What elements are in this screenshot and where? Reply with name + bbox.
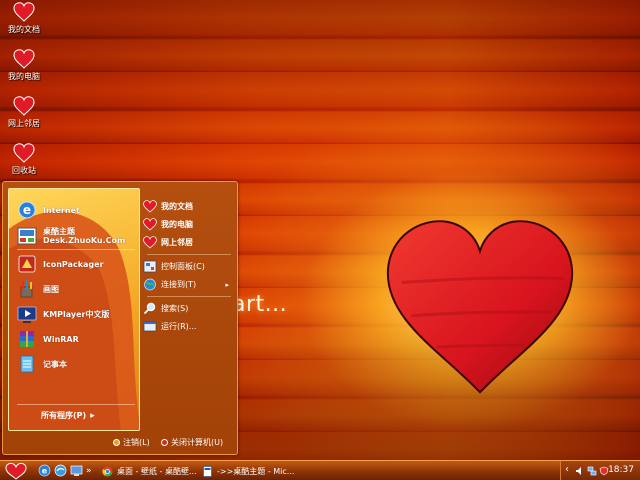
browser-icon[interactable] <box>54 464 67 477</box>
svg-text:e: e <box>23 203 31 217</box>
desktop-icon-network-places[interactable]: 网上邻居 <box>2 96 46 129</box>
shutdown-button[interactable]: 关闭计算机(U) <box>161 437 223 448</box>
task-button-browser[interactable]: 桌面 - 壁纸 - 桌酷壁... <box>98 463 198 479</box>
all-programs-label: 所有程序(P) <box>41 411 87 420</box>
start-item-label: Internet <box>43 205 80 215</box>
start-item-iconpackager[interactable]: IconPackager <box>17 254 104 274</box>
heart-icon <box>143 218 157 231</box>
all-programs-button[interactable]: 所有程序(P) ▸ <box>41 410 95 421</box>
tray-expand-chevron[interactable]: ‹ <box>565 464 569 475</box>
start-right-label: 连接到(T) <box>161 280 197 289</box>
svg-text:e: e <box>42 467 48 476</box>
start-item-label: WinRAR <box>43 334 79 344</box>
heart-icon <box>143 200 157 213</box>
search-icon <box>143 302 156 315</box>
start-right-search[interactable]: 搜索(S) <box>143 302 235 315</box>
shutdown-label: 关闭计算机(U) <box>171 438 224 447</box>
separator <box>147 296 231 297</box>
separator <box>17 404 135 405</box>
start-right-label: 网上邻居 <box>161 238 193 247</box>
system-tray: ‹ 18:37 <box>560 461 640 480</box>
winrar-icon <box>20 331 34 347</box>
desktop-icon-label: 我的文档 <box>8 25 40 34</box>
separator <box>17 249 135 250</box>
start-item-sublabel: Desk.ZhuoKu.Com <box>43 236 126 245</box>
start-item-label: 记事本 <box>43 359 67 369</box>
start-item-label: 画图 <box>43 284 59 294</box>
start-item-label: 桌酷主题 <box>43 227 75 236</box>
start-right-network-places[interactable]: 网上邻居 <box>143 236 235 249</box>
task-button-zhuoku[interactable]: ->>桌酷主题 - Mic... <box>198 463 298 479</box>
iconpackager-icon <box>18 255 36 273</box>
start-item-paint[interactable]: 画图 <box>17 279 59 299</box>
start-item-winrar[interactable]: WinRAR <box>17 329 79 349</box>
desktop-icon-my-computer[interactable]: 我的电脑 <box>2 49 46 82</box>
run-icon <box>143 321 157 332</box>
start-item-kmplayer[interactable]: KMPlayer中文版 <box>17 304 110 324</box>
chrome-icon <box>102 466 113 476</box>
ie-icon[interactable]: e <box>38 464 51 477</box>
globe-icon <box>144 278 156 291</box>
desktop-icon-label: 回收站 <box>12 166 36 175</box>
start-item-text-group: 桌酷主题 Desk.ZhuoKu.Com <box>43 227 125 245</box>
arrow-right-icon: ▸ <box>90 410 95 421</box>
power-icon <box>161 439 168 446</box>
start-item-internet[interactable]: e Internet <box>17 200 80 220</box>
desktop-icon-recycle-bin[interactable]: 回收站 <box>2 143 46 176</box>
wallpaper-text: art... <box>232 292 288 317</box>
start-right-label: 我的电脑 <box>161 220 193 229</box>
start-right-run[interactable]: 运行(R)... <box>143 320 235 333</box>
logoff-icon <box>113 439 120 446</box>
start-right-label: 运行(R)... <box>161 322 197 331</box>
ie-icon: e <box>18 201 36 219</box>
start-menu: e Internet 桌酷主题 Desk.ZhuoKu.Com IconPack… <box>2 181 238 455</box>
heart-icon <box>143 236 157 249</box>
start-item-zhuoku-theme[interactable]: 桌酷主题 Desk.ZhuoKu.Com <box>17 226 125 246</box>
control-panel-icon <box>143 260 157 273</box>
start-right-connect-to[interactable]: 连接到(T) ▸ <box>143 278 235 291</box>
show-desktop-icon[interactable] <box>70 464 83 477</box>
kmplayer-icon <box>17 306 37 323</box>
theme-icon <box>17 227 37 245</box>
start-right-my-computer[interactable]: 我的电脑 <box>143 218 235 231</box>
desktop-icon-label: 网上邻居 <box>8 119 40 128</box>
heart-icon <box>13 96 35 116</box>
heart-icon <box>13 143 35 163</box>
start-right-label: 搜索(S) <box>161 304 189 313</box>
network-icon[interactable] <box>587 466 597 476</box>
start-item-label: IconPackager <box>43 259 104 269</box>
paint-icon <box>20 280 33 298</box>
separator <box>147 254 231 255</box>
start-button-heart-icon[interactable] <box>4 462 28 480</box>
volume-icon[interactable] <box>575 466 585 476</box>
notepad-icon <box>20 355 34 373</box>
desktop-icon-label: 我的电脑 <box>8 72 40 81</box>
start-right-control-panel[interactable]: 控制面板(C) <box>143 260 235 273</box>
task-button-label: ->>桌酷主题 - Mic... <box>217 466 295 476</box>
start-menu-footer: 注销(L) 关闭计算机(U) <box>3 435 237 453</box>
quicklaunch-chevron[interactable]: » <box>84 463 94 479</box>
start-item-label: KMPlayer中文版 <box>43 309 110 319</box>
start-right-my-documents[interactable]: 我的文档 <box>143 200 235 213</box>
document-icon <box>203 465 212 477</box>
wallpaper-heart-icon <box>386 220 574 394</box>
clock[interactable]: 18:37 <box>608 465 634 475</box>
heart-icon <box>13 49 35 69</box>
heart-icon <box>13 2 35 22</box>
desktop-icon-my-documents[interactable]: 我的文档 <box>2 2 46 35</box>
logoff-button[interactable]: 注销(L) <box>113 437 150 448</box>
taskbar: e » 桌面 - 壁纸 - 桌酷壁... ->>桌酷主题 - Mic... ‹ <box>0 460 640 480</box>
chevron-right-icon: ▸ <box>225 280 229 289</box>
start-menu-left-panel: e Internet 桌酷主题 Desk.ZhuoKu.Com IconPack… <box>8 188 140 431</box>
task-button-label: 桌面 - 壁纸 - 桌酷壁... <box>117 466 197 476</box>
start-right-label: 控制面板(C) <box>161 262 205 271</box>
start-item-notepad[interactable]: 记事本 <box>17 354 67 374</box>
logoff-label: 注销(L) <box>123 438 150 447</box>
start-right-label: 我的文档 <box>161 202 193 211</box>
